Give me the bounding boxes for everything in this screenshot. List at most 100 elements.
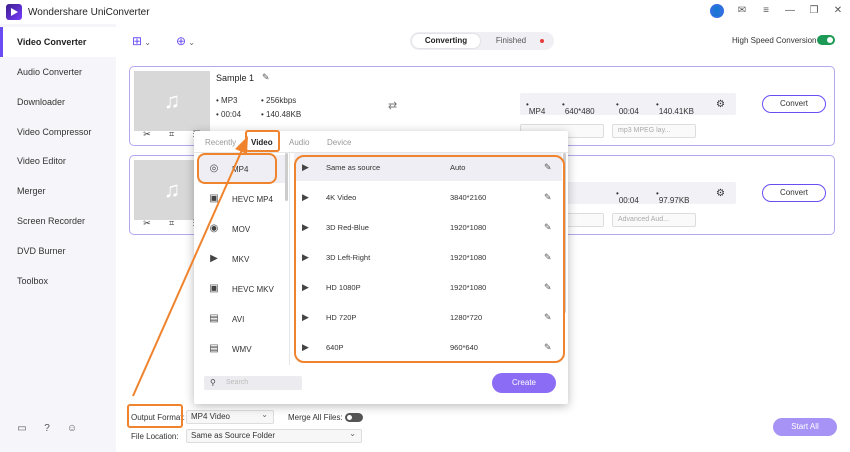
settings-gear-icon[interactable]: ⚙ xyxy=(716,188,725,199)
mkv-icon: ▶ xyxy=(210,253,218,264)
resolution-item[interactable]: ▶ 640P 960*640 ✎ xyxy=(294,333,562,361)
add-file-button[interactable]: ⊞ ⌄ xyxy=(132,34,162,50)
trim-icon[interactable]: ✂ xyxy=(143,129,151,143)
target-format: • MP4 xyxy=(526,100,546,116)
edit-icon[interactable]: ✎ xyxy=(544,162,552,173)
format-item-mkv[interactable]: ▶ MKV xyxy=(198,245,286,273)
sidebar-item-video-compressor[interactable]: Video Compressor xyxy=(0,117,116,147)
trim-icon[interactable]: ✂ xyxy=(143,218,151,232)
hevc-icon: ▣ xyxy=(209,193,219,204)
users-icon[interactable]: ☺ xyxy=(66,423,78,435)
book-icon[interactable]: ▭ xyxy=(16,423,28,435)
target-duration: • 00:04 xyxy=(616,189,639,205)
target-resolution: • 640*480 xyxy=(562,100,595,116)
minimize-icon[interactable]: — xyxy=(784,5,796,17)
resolution-item[interactable]: ▶ HD 1080P 1920*1080 ✎ xyxy=(294,273,562,301)
edit-icon[interactable]: ✎ xyxy=(544,342,552,353)
format-item-avi[interactable]: ▤ AVI xyxy=(198,305,286,333)
tab-audio[interactable]: Audio xyxy=(289,138,309,147)
help-icon[interactable]: ? xyxy=(41,423,53,435)
resolution-item[interactable]: ▶ Same as source Auto ✎ xyxy=(294,153,562,181)
add-dvd-icon: ⊕ xyxy=(176,34,187,48)
format-item-mp4[interactable]: ◎ MP4 xyxy=(198,155,286,183)
format-search-input[interactable]: ⚲ Search xyxy=(204,376,302,390)
tab-finished[interactable]: Finished xyxy=(486,34,536,48)
popup-divider xyxy=(289,153,290,365)
convert-button[interactable]: Convert xyxy=(762,95,826,113)
audio-track-select[interactable]: mp3 MPEG lay... xyxy=(612,124,696,138)
format-item-hevc-mkv[interactable]: ▣ HEVC MKV xyxy=(198,275,286,303)
tab-video[interactable]: Video xyxy=(251,138,273,147)
sidebar-item-dvd-burner[interactable]: DVD Burner xyxy=(0,236,116,266)
merge-all-toggle[interactable] xyxy=(345,413,363,422)
title-bar: Wondershare UniConverter 👤 ✉ ≡ — ❐ ✕ xyxy=(0,0,850,24)
disc-icon: ◎ xyxy=(209,163,219,174)
resolution-item[interactable]: ▶ 3D Left-Right 1920*1080 ✎ xyxy=(294,243,562,271)
mail-icon[interactable]: ✉ xyxy=(736,5,748,17)
app-logo-icon xyxy=(6,4,22,20)
sidebar-item-screen-recorder[interactable]: Screen Recorder xyxy=(0,206,116,236)
rename-icon[interactable]: ✎ xyxy=(262,72,270,83)
tab-device[interactable]: Device xyxy=(327,138,351,147)
app-title: Wondershare UniConverter xyxy=(28,6,150,18)
hevc-icon: ▣ xyxy=(209,283,219,294)
source-duration: • 00:04 xyxy=(216,110,242,119)
resolution-item[interactable]: ▶ 4K Video 3840*2160 ✎ xyxy=(294,183,562,211)
menu-icon[interactable]: ≡ xyxy=(760,5,772,17)
video-icon: ▶ xyxy=(302,312,309,322)
sidebar-item-merger[interactable]: Merger xyxy=(0,176,116,206)
sidebar-item-video-editor[interactable]: Video Editor xyxy=(0,146,116,176)
add-file-icon: ⊞ xyxy=(132,34,143,48)
sidebar-item-video-converter[interactable]: Video Converter xyxy=(0,27,116,57)
high-speed-toggle[interactable] xyxy=(817,35,835,45)
edit-icon[interactable]: ✎ xyxy=(544,222,552,233)
source-format: • MP3 xyxy=(216,96,238,105)
target-size: • 97.97KB xyxy=(656,189,690,205)
edit-icon[interactable]: ✎ xyxy=(544,312,552,323)
wmv-icon: ▤ xyxy=(209,343,219,354)
resolution-item[interactable]: ▶ HD 720P 1280*720 ✎ xyxy=(294,303,562,331)
avi-icon: ▤ xyxy=(209,313,219,324)
format-list-scrollbar[interactable] xyxy=(285,153,288,201)
output-format-select[interactable]: MP4 Video xyxy=(186,409,274,424)
audio-track-select[interactable]: Advanced Aud... xyxy=(612,213,696,227)
file-location-label: File Location: xyxy=(131,432,179,441)
settings-gear-icon[interactable]: ⚙ xyxy=(716,99,725,110)
format-item-hevc-mp4[interactable]: ▣ HEVC MP4 xyxy=(198,185,286,213)
output-format-label: Output Format: xyxy=(131,413,185,422)
tab-recently[interactable]: Recently xyxy=(205,138,236,147)
target-duration: • 00:04 xyxy=(616,100,639,116)
crop-icon[interactable]: ⌗ xyxy=(169,218,174,232)
output-format-popup: Recently Video Audio Device ◎ MP4 ▣ HEVC M… xyxy=(194,131,568,404)
crop-icon[interactable]: ⌗ xyxy=(169,129,174,143)
video-icon: ▶ xyxy=(302,282,309,292)
create-button[interactable]: Create xyxy=(492,373,556,393)
resolution-list-scrollbar[interactable] xyxy=(563,153,566,313)
status-tabs: Converting Finished xyxy=(410,32,554,50)
edit-icon[interactable]: ✎ xyxy=(544,282,552,293)
tab-converting[interactable]: Converting xyxy=(412,34,480,48)
convert-arrow-icon: ⇄ xyxy=(388,100,398,112)
video-icon: ▶ xyxy=(302,192,309,202)
format-item-mov[interactable]: ◉ MOV xyxy=(198,215,286,243)
video-icon: ▶ xyxy=(302,162,309,172)
music-note-icon: ♫ xyxy=(134,71,210,131)
video-icon: ▶ xyxy=(302,342,309,352)
close-icon[interactable]: ✕ xyxy=(832,5,844,17)
user-avatar-icon[interactable]: 👤 xyxy=(710,4,724,18)
sidebar-item-audio-converter[interactable]: Audio Converter xyxy=(0,57,116,87)
sidebar-item-toolbox[interactable]: Toolbox xyxy=(0,266,116,296)
start-all-button[interactable]: Start All xyxy=(773,418,837,436)
load-dvd-button[interactable]: ⊕ ⌄ xyxy=(176,34,206,50)
sidebar: Video Converter Audio Converter Download… xyxy=(0,24,116,452)
edit-icon[interactable]: ✎ xyxy=(544,192,552,203)
maximize-icon[interactable]: ❐ xyxy=(808,5,820,17)
convert-button[interactable]: Convert xyxy=(762,184,826,202)
resolution-item[interactable]: ▶ 3D Red-Blue 1920*1080 ✎ xyxy=(294,213,562,241)
source-size: • 140.48KB xyxy=(261,110,302,119)
file-location-select[interactable]: Same as Source Folder xyxy=(186,428,362,443)
format-item-wmv[interactable]: ▤ WMV xyxy=(198,335,286,363)
sidebar-item-downloader[interactable]: Downloader xyxy=(0,87,116,117)
video-icon: ▶ xyxy=(302,252,309,262)
edit-icon[interactable]: ✎ xyxy=(544,252,552,263)
